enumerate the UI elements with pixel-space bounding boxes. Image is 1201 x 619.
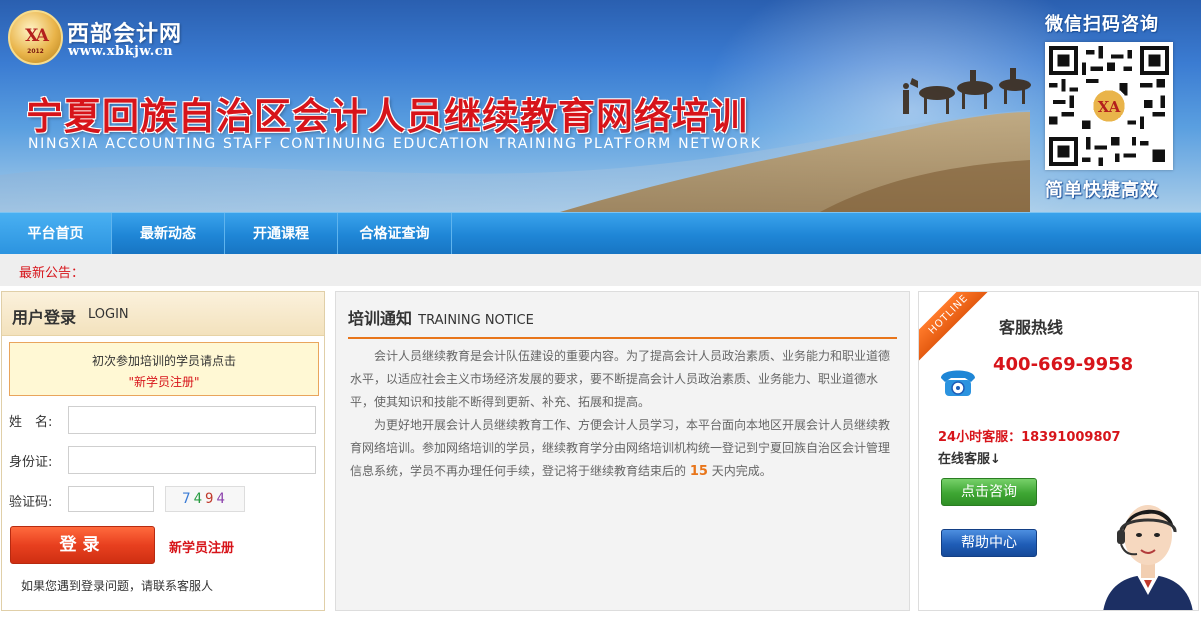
wechat-qr-code: XA — [1045, 42, 1173, 170]
online-service-label: 在线客服↓ — [938, 452, 1001, 467]
help-center-button[interactable]: 帮助中心 — [941, 529, 1037, 557]
customer-service-agent-image — [1103, 505, 1193, 610]
announcement-strip: 最新公告： — [0, 254, 1201, 286]
customer-service-panel: HOTLINE 客服热线 400-669-9958 24小时客服：1839100… — [918, 291, 1199, 611]
qr-caption-bottom: 简单快捷高效 — [1045, 180, 1159, 201]
training-notice-divider — [348, 337, 897, 339]
main-nav: 平台首页 最新动态 开通课程 合格证查询 — [0, 212, 1201, 255]
logo-year: 2012 — [27, 48, 44, 55]
training-notice-header: 培训通知 TRAINING NOTICE — [348, 305, 534, 329]
nav-home[interactable]: 平台首页 — [0, 213, 112, 255]
captcha-digit: 4 — [216, 491, 228, 507]
first-time-notice: 初次参加培训的学员请点击 "新学员注册" — [9, 342, 319, 396]
captcha-label: 验证码: — [9, 495, 53, 510]
qr-code-icon: XA — [1049, 46, 1169, 166]
banner-subtitle: NINGXIA ACCOUNTING STAFF CONTINUING EDUC… — [28, 136, 762, 152]
notice-paragraph: 为更好地开展会计人员继续教育工作、方便会计人员学习，本平台面向本地区开展会计人员… — [350, 414, 890, 483]
captcha-input[interactable] — [68, 486, 154, 512]
first-time-text: 初次参加培训的学员请点击 — [91, 354, 236, 368]
notice-paragraph-text: 为更好地开展会计人员继续教育工作、方便会计人员学习，本平台面向本地区开展会计人员… — [350, 418, 891, 478]
login-title: 用户登录 — [12, 308, 77, 327]
id-label: 身份证: — [9, 455, 53, 470]
training-notice-panel: 培训通知 TRAINING NOTICE 会计人员继续教育是会计队伍建设的重要内… — [335, 291, 910, 611]
name-label: 姓 名: — [9, 415, 53, 430]
hotline-number: 400-669-9958 — [993, 354, 1134, 375]
nav-open-courses[interactable]: 开通课程 — [225, 213, 338, 255]
notice-days-value: 15 — [689, 464, 708, 479]
name-input[interactable] — [68, 406, 316, 434]
header-banner: XA 2012 西部会计网 www.xbkjw.cn 宁夏回族自治区会计人员继续… — [0, 0, 1201, 212]
first-time-register-link[interactable]: "新学员注册" — [10, 373, 318, 390]
site-logo[interactable]: XA 2012 — [8, 10, 63, 65]
training-notice-title: 培训通知 — [348, 309, 413, 328]
announcement-label: 最新公告： — [19, 266, 85, 281]
consult-button[interactable]: 点击咨询 — [941, 478, 1037, 506]
register-link[interactable]: 新学员注册 — [169, 537, 234, 556]
captcha-digit: 9 — [205, 491, 217, 507]
qr-caption-top: 微信扫码咨询 — [1045, 14, 1159, 35]
telephone-icon — [941, 370, 975, 396]
login-panel: 用户登录 LOGIN 初次参加培训的学员请点击 "新学员注册" 姓 名: 身份证… — [1, 291, 325, 611]
login-help-text: 如果您遇到登录问题，请联系客服人 — [21, 579, 214, 593]
nav-latest-news[interactable]: 最新动态 — [112, 213, 225, 255]
notice-paragraph: 会计人员继续教育是会计队伍建设的重要内容。为了提高会计人员政治素质、业务能力和职… — [350, 349, 891, 409]
nav-certificate-query[interactable]: 合格证查询 — [338, 213, 452, 255]
login-header: 用户登录 LOGIN — [2, 292, 324, 336]
hotline-ribbon: HOTLINE — [919, 292, 1000, 366]
banner-title: 宁夏回族自治区会计人员继续教育网络培训 — [26, 95, 748, 138]
captcha-image[interactable]: 7494 — [165, 486, 245, 512]
id-card-input[interactable] — [68, 446, 316, 474]
captcha-digit: 4 — [193, 491, 205, 507]
svg-text:XA: XA — [1098, 98, 1121, 116]
logo-mark: XA — [25, 26, 49, 46]
brand-url: www.xbkjw.cn — [68, 44, 174, 59]
notice-paragraph-text: 天内完成。 — [711, 464, 772, 478]
training-notice-body: 会计人员继续教育是会计队伍建设的重要内容。为了提高会计人员政治素质、业务能力和职… — [350, 345, 890, 483]
training-notice-title-en: TRAINING NOTICE — [418, 313, 534, 328]
service-title: 客服热线 — [999, 318, 1064, 337]
login-title-en: LOGIN — [88, 307, 129, 322]
captcha-digit: 7 — [182, 491, 194, 507]
login-button[interactable]: 登录 — [10, 526, 155, 564]
hotline-24h: 24小时客服：18391009807 — [938, 430, 1121, 445]
